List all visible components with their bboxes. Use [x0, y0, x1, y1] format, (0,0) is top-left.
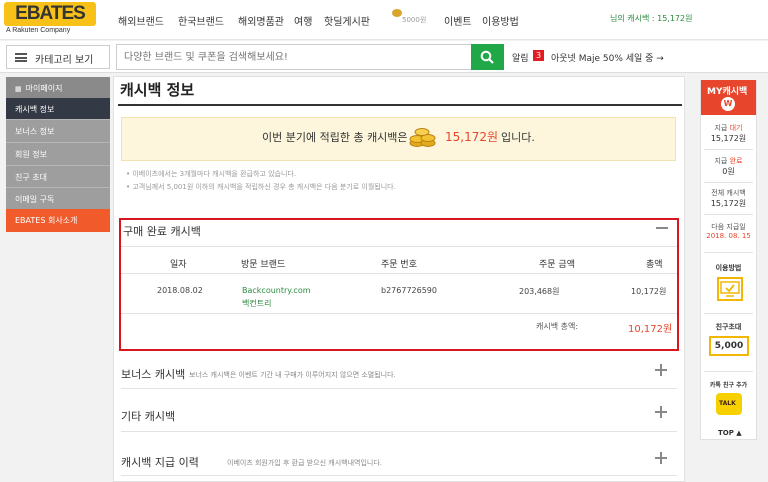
invite-label[interactable]: 친구초대 — [701, 322, 756, 332]
table-divider — [121, 273, 677, 274]
usage-guide-label[interactable]: 이용방법 — [701, 263, 756, 273]
next-payout-label: 다음 지급일 — [711, 223, 746, 231]
coin-icon — [392, 9, 402, 17]
sidebar-mypage[interactable]: ▦ 마이페이지 — [6, 77, 110, 100]
search-input[interactable] — [116, 44, 472, 70]
row-date: 2018.08.02 — [157, 286, 203, 295]
expand-icon[interactable] — [655, 406, 667, 418]
cashback-total-value: 10,172원 — [628, 324, 673, 335]
scroll-top-button[interactable]: TOP ▲ — [718, 429, 742, 437]
search-button[interactable] — [471, 44, 504, 70]
notice-text-1: • 이베이츠에서는 3개월마다 캐시백을 환급하고 있습니다. — [126, 170, 297, 178]
row-brand-link[interactable]: Backcountry.com — [242, 286, 311, 295]
panel-divider — [704, 313, 753, 314]
done-label: 지급 완료 — [714, 157, 743, 165]
nav-overseas-brands[interactable]: 해외브랜드 — [118, 13, 164, 28]
col-header-amount: 주문 금액 — [539, 260, 575, 270]
promo-notice-link[interactable]: 아웃넷 Maje 50% 세일 중 → — [551, 51, 664, 64]
sidebar-item-about[interactable]: EBATES 회사소개 — [6, 209, 110, 232]
bonus-section-title[interactable]: 보너스 캐시백 — [121, 366, 185, 382]
other-section-title[interactable]: 기타 캐시백 — [121, 408, 175, 424]
sidebar-item-invite[interactable]: 친구 초대 — [6, 165, 110, 188]
search-icon — [480, 50, 494, 64]
row-order-no: b2767726590 — [381, 286, 437, 295]
usage-guide-icon[interactable] — [717, 277, 743, 301]
row-amount: 203,468원 — [519, 287, 560, 296]
nav-event[interactable]: 이벤트 — [444, 13, 472, 28]
category-button[interactable]: 카테고리 보기 — [6, 45, 110, 69]
coins-icon — [409, 128, 436, 147]
next-payout-date: 2018. 08. 15 — [706, 232, 751, 240]
sidebar-item-member[interactable]: 회원 정보 — [6, 142, 110, 165]
category-label: 카테고리 보기 — [35, 55, 94, 66]
logo-wordmark: EBATES — [4, 2, 96, 26]
panel-divider — [704, 182, 753, 183]
payout-section-desc: 이베이츠 회원가입 후 환급 받으신 캐시백내역입니다. — [227, 459, 383, 467]
banner-tail: 입니다. — [501, 131, 535, 144]
row-total: 10,172원 — [631, 287, 667, 296]
panel-divider — [704, 149, 753, 150]
banner-text: 이번 분기에 적립한 총 캐시백은 — [262, 131, 408, 144]
nav-usage[interactable]: 이용방법 — [482, 13, 519, 28]
my-cashback-title: MY캐시백 — [707, 87, 748, 97]
section-divider — [121, 475, 677, 476]
col-header-brand: 방문 브랜드 — [241, 260, 286, 270]
expand-icon[interactable] — [655, 364, 667, 376]
invite-reward-button[interactable]: 5,000 — [709, 336, 749, 356]
collapse-icon[interactable] — [656, 227, 668, 229]
user-cashback-dropdown[interactable]: 님의 캐시백 : 15,172원 — [610, 13, 692, 24]
kakao-talk-icon[interactable]: TALK — [716, 393, 742, 415]
sidebar-item-cashback[interactable]: 캐시백 정보 — [6, 98, 110, 121]
col-header-total: 총액 — [646, 260, 663, 270]
total-value: 15,172원 — [710, 199, 747, 208]
purchase-cashback-section — [119, 218, 679, 351]
sidebar-item-email[interactable]: 이메일 구독 — [6, 187, 110, 210]
bonus-section-desc: 보너스 캐시백은 이벤트 기간 내 구매가 이루어지지 않으면 소멸됩니다. — [189, 371, 396, 379]
row-brand-kr[interactable]: 백컨트리 — [242, 298, 271, 309]
monitor-check-icon — [720, 281, 740, 297]
won-icon: W — [721, 97, 735, 111]
kakao-friend-label[interactable]: 카톡 친구 추가 — [701, 380, 756, 389]
ebates-logo[interactable]: EBATES A Rakuten Company — [4, 2, 96, 38]
purchase-section-title: 구매 완료 캐시백 — [123, 225, 201, 238]
panel-divider — [704, 214, 753, 215]
nav-travel[interactable]: 여행 — [294, 13, 312, 28]
logo-subtitle: A Rakuten Company — [6, 27, 71, 34]
cashback-total-label: 캐시백 총액: — [536, 322, 579, 331]
nav-korean-brands[interactable]: 한국브랜드 — [178, 13, 224, 28]
page-title: 캐시백 정보 — [120, 81, 195, 99]
pending-value: 15,172원 — [710, 134, 747, 143]
notice-text-2: • 고객님께서 5,001원 이하의 캐시백을 적립하신 경우 총 캐시백은 다… — [126, 183, 396, 191]
sidebar-item-bonus[interactable]: 보너스 정보 — [6, 119, 110, 142]
section-divider — [121, 431, 677, 432]
payout-section-title[interactable]: 캐시백 지급 이력 — [121, 454, 199, 470]
nav-luxury[interactable]: 해외명품관 — [238, 13, 284, 28]
coin-amount[interactable]: 5000원 — [402, 15, 426, 25]
expand-icon[interactable] — [655, 452, 667, 464]
alarm-count-badge: 3 — [533, 50, 544, 61]
grid-icon: ▦ — [15, 85, 22, 93]
title-divider — [118, 104, 682, 106]
pending-label: 지급 대기 — [714, 124, 743, 132]
table-divider — [121, 246, 677, 247]
table-divider — [121, 313, 677, 314]
panel-divider — [704, 252, 753, 253]
nav-hotdeal[interactable]: 핫딜게시판 — [324, 13, 370, 28]
panel-divider — [704, 371, 753, 372]
menu-icon — [15, 53, 27, 62]
col-header-date: 일자 — [170, 260, 187, 270]
banner-amount: 15,172원 — [445, 130, 499, 144]
total-label: 전체 캐시백 — [711, 189, 746, 197]
col-header-order: 주문 번호 — [381, 260, 417, 270]
done-value: 0원 — [722, 167, 735, 176]
alarm-link[interactable]: 알림 — [512, 51, 529, 64]
section-divider — [121, 388, 677, 389]
